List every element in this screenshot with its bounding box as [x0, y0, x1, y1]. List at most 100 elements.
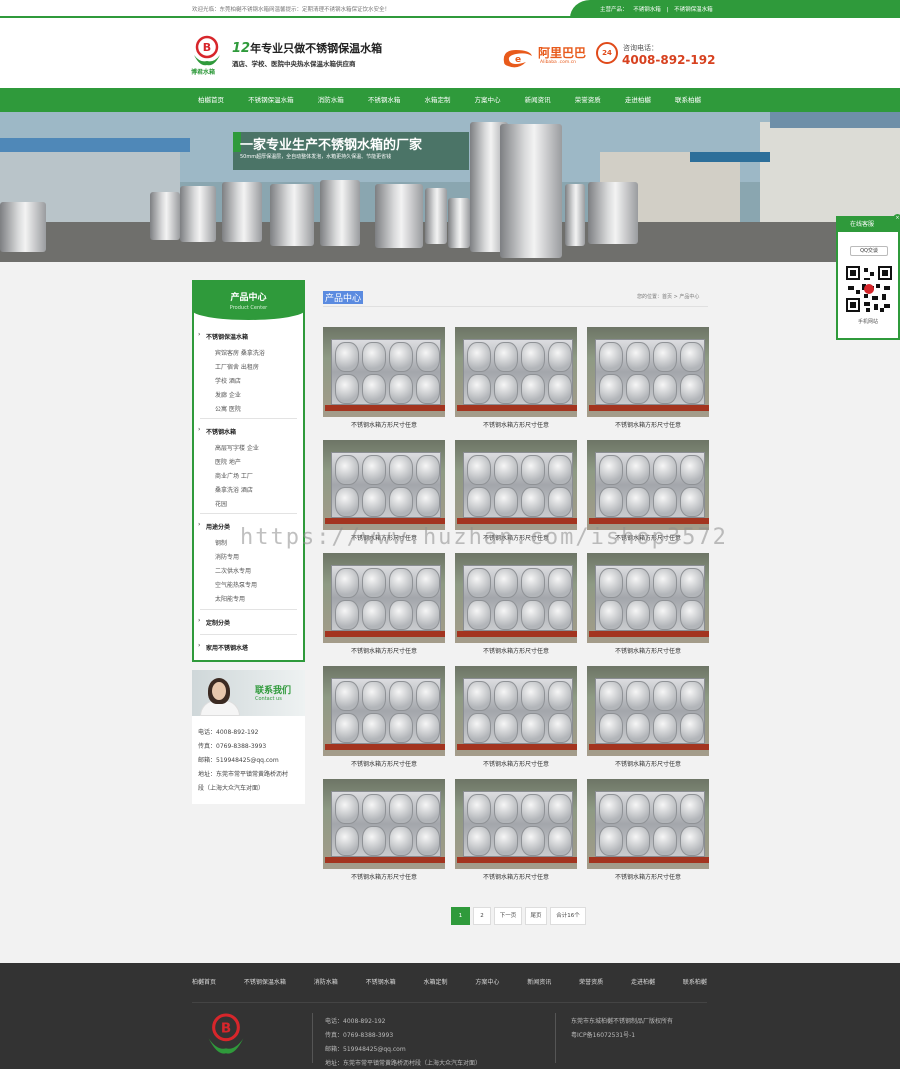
nav-news[interactable]: 新闻资讯 — [519, 88, 557, 112]
nav-custom-tank[interactable]: 水箱定制 — [418, 88, 456, 112]
sidebar-sub-item[interactable]: 花园 — [215, 499, 227, 508]
product-card[interactable]: 不锈钢水箱方形尺寸任意 — [323, 666, 445, 768]
product-image[interactable] — [587, 779, 709, 869]
product-caption[interactable]: 不锈钢水箱方形尺寸任意 — [455, 646, 577, 655]
product-card[interactable]: 不锈钢水箱方形尺寸任意 — [587, 666, 709, 768]
contact-email[interactable]: 邮箱：519948425@qq.com — [198, 754, 279, 768]
product-image[interactable] — [455, 440, 577, 530]
phone-label: 咨询电话： — [623, 44, 658, 52]
product-caption[interactable]: 不锈钢水箱方形尺寸任意 — [587, 759, 709, 768]
sidebar-sub-item[interactable]: 钢制 — [215, 538, 227, 547]
product-image[interactable] — [323, 779, 445, 869]
product-card[interactable]: 不锈钢水箱方形尺寸任意 — [323, 327, 445, 429]
nav-contact[interactable]: 联系柏樾 — [669, 88, 707, 112]
tank-base — [457, 744, 577, 750]
product-card[interactable]: 不锈钢水箱方形尺寸任意 — [587, 553, 709, 655]
product-image[interactable] — [587, 327, 709, 417]
banner-tank-large — [500, 124, 562, 258]
footer-nav-home[interactable]: 柏樾首页 — [192, 963, 216, 1002]
product-caption[interactable]: 不锈钢水箱方形尺寸任意 — [323, 759, 445, 768]
sidebar-sub-item[interactable]: 二次供水专用 — [215, 566, 251, 575]
product-caption[interactable]: 不锈钢水箱方形尺寸任意 — [587, 646, 709, 655]
sidebar-sub-item[interactable]: 空气能热泵专用 — [215, 580, 257, 589]
tank-panel-cell — [335, 568, 359, 598]
product-image[interactable] — [323, 327, 445, 417]
sidebar-sub-item[interactable]: 消防专用 — [215, 552, 239, 561]
sidebar-cat-insulated[interactable]: 不锈钢保温水箱 — [198, 331, 248, 341]
last-page-button[interactable]: 尾页 — [525, 907, 547, 925]
sidebar-cat-household[interactable]: 家用不锈钢水塔 — [198, 642, 248, 652]
product-caption[interactable]: 不锈钢水箱方形尺寸任意 — [455, 420, 577, 429]
product-caption[interactable]: 不锈钢水箱方形尺寸任意 — [323, 646, 445, 655]
footer-nav-contact[interactable]: 联系柏樾 — [683, 963, 707, 1002]
phone-number[interactable]: 4008-892-192 — [622, 53, 715, 67]
footer-nav-stainless-tank[interactable]: 不锈钢水箱 — [366, 963, 396, 1002]
top-link-stainless-tank[interactable]: 不锈钢水箱 — [633, 7, 661, 13]
top-link-insulated-tank[interactable]: 不锈钢保温水箱 — [674, 7, 713, 13]
sidebar-sub-item[interactable]: 宾馆客房 桑拿洗浴 — [215, 348, 265, 357]
product-card[interactable]: 不锈钢水箱方形尺寸任意 — [455, 779, 577, 881]
hero-banner[interactable]: 一家专业生产不锈钢水箱的厂家 50mm超厚保温层，全自动整体发泡，水箱更持久保温… — [0, 112, 900, 262]
tank-panel-cell — [680, 374, 704, 404]
footer-nav-about[interactable]: 走进柏樾 — [631, 963, 655, 1002]
product-image[interactable] — [587, 666, 709, 756]
sidebar-cat-stainless[interactable]: 不锈钢水箱 — [198, 426, 236, 436]
sidebar-sub-item[interactable]: 高层写字楼 企业 — [215, 443, 259, 452]
product-image[interactable] — [455, 666, 577, 756]
product-image[interactable] — [455, 327, 577, 417]
qq-chat-button[interactable]: QQ交谈 — [850, 246, 888, 256]
product-card[interactable]: 不锈钢水箱方形尺寸任意 — [587, 327, 709, 429]
product-image[interactable] — [455, 553, 577, 643]
product-card[interactable]: 不锈钢水箱方形尺寸任意 — [455, 666, 577, 768]
footer-email[interactable]: 邮箱：519948425@qq.com — [325, 1043, 481, 1057]
sidebar-sub-item[interactable]: 公寓 医院 — [215, 404, 241, 413]
footer-nav-honors[interactable]: 荣誉资质 — [579, 963, 603, 1002]
nav-stainless-tank[interactable]: 不锈钢水箱 — [362, 88, 407, 112]
sidebar-sub-item[interactable]: 工厂宿舍 出租房 — [215, 362, 259, 371]
close-icon[interactable]: × — [893, 214, 900, 223]
nav-insulated-tank[interactable]: 不锈钢保温水箱 — [242, 88, 300, 112]
product-caption[interactable]: 不锈钢水箱方形尺寸任意 — [323, 420, 445, 429]
product-card[interactable]: 不锈钢水箱方形尺寸任意 — [455, 553, 577, 655]
sidebar-sub-item[interactable]: 发廊 企业 — [215, 390, 241, 399]
footer-nav-fire-tank[interactable]: 消防水箱 — [314, 963, 338, 1002]
sidebar-sub-item[interactable]: 学校 酒店 — [215, 376, 241, 385]
nav-home[interactable]: 柏樾首页 — [192, 88, 230, 112]
nav-honors[interactable]: 荣誉资质 — [569, 88, 607, 112]
product-card[interactable]: 不锈钢水箱方形尺寸任意 — [455, 327, 577, 429]
page-1-button[interactable]: 1 — [451, 907, 470, 925]
sidebar-sub-item[interactable]: 医院 地产 — [215, 457, 241, 466]
product-image[interactable] — [323, 440, 445, 530]
product-card[interactable]: 不锈钢水箱方形尺寸任意 — [587, 779, 709, 881]
welcome-text: 欢迎光临：东莞柏樾不锈钢水箱网温馨提示：定期清理不锈钢水箱保证饮水安全！ — [192, 7, 391, 13]
product-caption[interactable]: 不锈钢水箱方形尺寸任意 — [323, 872, 445, 881]
product-card[interactable]: 不锈钢水箱方形尺寸任意 — [323, 553, 445, 655]
alibaba-logo[interactable]: e 阿里巴巴 Alibaba .com.cn — [500, 44, 590, 70]
product-image[interactable] — [455, 779, 577, 869]
product-caption[interactable]: 不锈钢水箱方形尺寸任意 — [587, 420, 709, 429]
sidebar-cat-usage[interactable]: 用途分类 — [198, 521, 230, 531]
footer-nav-news[interactable]: 新闻资讯 — [527, 963, 551, 1002]
nav-about[interactable]: 走进柏樾 — [619, 88, 657, 112]
nav-fire-tank[interactable]: 消防水箱 — [312, 88, 350, 112]
tank-panel-cell — [389, 681, 413, 711]
icp-number[interactable]: 粤ICP备16072531号-1 — [571, 1029, 673, 1043]
footer-nav-solutions[interactable]: 方案中心 — [475, 963, 499, 1002]
product-caption[interactable]: 不锈钢水箱方形尺寸任意 — [455, 872, 577, 881]
footer-nav-custom-tank[interactable]: 水箱定制 — [424, 963, 448, 1002]
footer-nav-insulated-tank[interactable]: 不锈钢保温水箱 — [244, 963, 286, 1002]
page-2-button[interactable]: 2 — [473, 907, 491, 925]
product-caption[interactable]: 不锈钢水箱方形尺寸任意 — [587, 872, 709, 881]
product-image[interactable] — [323, 666, 445, 756]
product-image[interactable] — [587, 440, 709, 530]
product-card[interactable]: 不锈钢水箱方形尺寸任意 — [323, 779, 445, 881]
sidebar-cat-custom[interactable]: 定制分类 — [198, 617, 230, 627]
next-page-button[interactable]: 下一页 — [494, 907, 522, 925]
product-image[interactable] — [587, 553, 709, 643]
sidebar-sub-item[interactable]: 桑拿洗浴 酒店 — [215, 485, 253, 494]
product-caption[interactable]: 不锈钢水箱方形尺寸任意 — [455, 759, 577, 768]
product-image[interactable] — [323, 553, 445, 643]
nav-solutions[interactable]: 方案中心 — [469, 88, 507, 112]
sidebar-sub-item[interactable]: 商业广场 工厂 — [215, 471, 253, 480]
sidebar-sub-item[interactable]: 太阳能专用 — [215, 594, 245, 603]
